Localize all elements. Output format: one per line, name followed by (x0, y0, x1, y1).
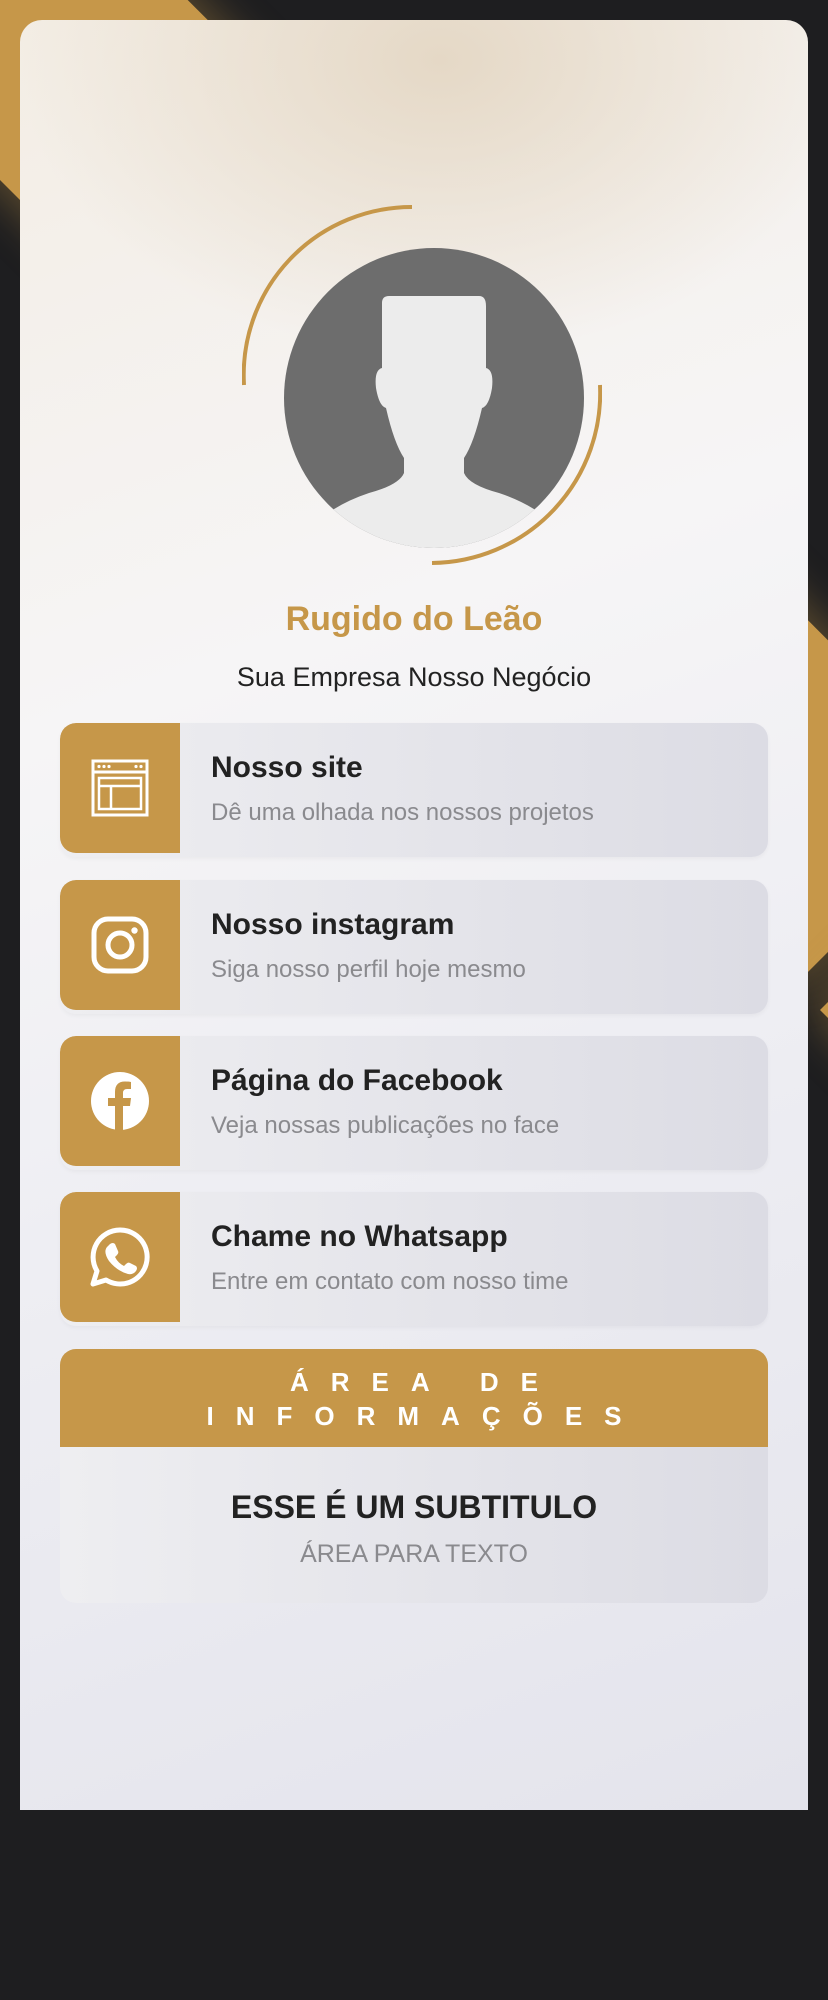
link-icon-box (60, 880, 180, 1010)
link-icon-box (60, 723, 180, 853)
link-icon-box (60, 1192, 180, 1322)
browser-window-icon (91, 759, 149, 817)
profile-card: Rugido do Leão Sua Empresa Nosso Negócio… (20, 20, 808, 1810)
link-facebook[interactable]: Página do Facebook Veja nossas publicaçõ… (60, 1036, 768, 1170)
avatar (284, 248, 584, 548)
info-subtitle: ESSE É UM SUBTITULO (230, 1489, 598, 1525)
profile-tagline: Sua Empresa Nosso Negócio (236, 662, 592, 692)
user-silhouette-icon (319, 296, 549, 548)
link-subtitle: Dê uma olhada nos nossos projetos (211, 799, 594, 826)
link-subtitle: Entre em contato com nosso time (211, 1268, 569, 1295)
info-heading: ÁREA DE INFORMAÇÕES (60, 1365, 768, 1433)
info-heading-line-1: ÁREA DE (289, 1367, 561, 1397)
link-title: Chame no Whatsapp (211, 1220, 508, 1253)
link-instagram[interactable]: Nosso instagram Siga nosso perfil hoje m… (60, 880, 768, 1014)
link-title: Nosso instagram (211, 908, 455, 941)
info-heading-line-2: INFORMAÇÕES (206, 1401, 644, 1431)
info-header: ÁREA DE INFORMAÇÕES (60, 1349, 768, 1447)
link-subtitle: Siga nosso perfil hoje mesmo (211, 956, 526, 983)
link-title: Nosso site (211, 751, 363, 784)
whatsapp-icon (90, 1227, 150, 1287)
instagram-icon (91, 916, 149, 974)
info-text: ÁREA PARA TEXTO (300, 1540, 528, 1568)
link-icon-box (60, 1036, 180, 1166)
avatar-container (242, 205, 602, 565)
profile-name: Rugido do Leão (285, 600, 543, 638)
link-whatsapp[interactable]: Chame no Whatsapp Entre em contato com n… (60, 1192, 768, 1326)
info-area: ÁREA DE INFORMAÇÕES ESSE É UM SUBTITULO … (60, 1349, 768, 1603)
facebook-icon (91, 1072, 149, 1130)
link-title: Página do Facebook (211, 1064, 503, 1097)
decorative-stripe-right (820, 826, 828, 2000)
link-website[interactable]: Nosso site Dê uma olhada nos nossos proj… (60, 723, 768, 857)
link-subtitle: Veja nossas publicações no face (211, 1112, 560, 1139)
